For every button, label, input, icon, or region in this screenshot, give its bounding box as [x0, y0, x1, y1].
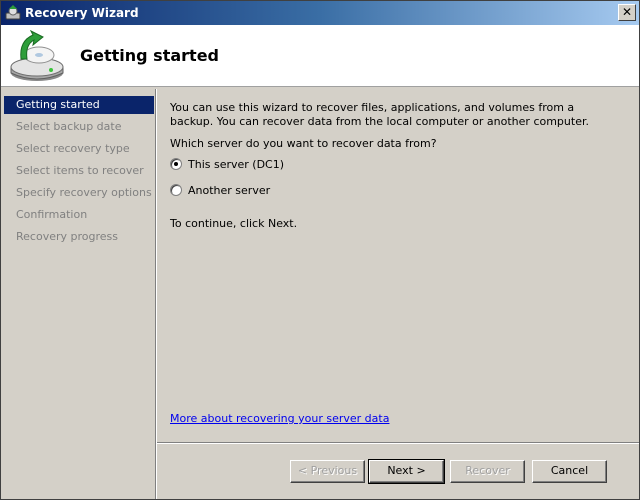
recovery-wizard-window: Recovery Wizard ✕ Getting started Gettin… — [0, 0, 640, 500]
continue-text: To continue, click Next. — [170, 217, 298, 230]
next-button[interactable]: Next > — [368, 459, 445, 484]
radio-another-server[interactable] — [170, 184, 182, 196]
option-another-server-label[interactable]: Another server — [188, 184, 270, 197]
nav-step-select-items: Select items to recover — [16, 164, 144, 177]
window-title: Recovery Wizard — [25, 6, 139, 20]
wizard-steps-nav: Getting started Select backup date Selec… — [4, 90, 154, 497]
option-this-server-label[interactable]: This server (DC1) — [188, 158, 284, 171]
radio-this-server[interactable] — [170, 158, 182, 170]
cancel-button[interactable]: Cancel — [532, 460, 607, 483]
previous-button[interactable]: < Previous — [290, 460, 365, 483]
option-another-server[interactable]: Another server — [170, 183, 270, 199]
nav-step-select-recovery-type: Select recovery type — [16, 142, 130, 155]
nav-step-getting-started[interactable]: Getting started — [4, 96, 154, 114]
disk-recovery-icon — [10, 29, 64, 81]
option-this-server[interactable]: This server (DC1) — [170, 157, 284, 173]
button-divider — [157, 442, 639, 444]
intro-text: You can use this wizard to recover files… — [170, 101, 589, 128]
title-bar[interactable]: Recovery Wizard ✕ — [1, 1, 639, 25]
nav-step-recovery-progress: Recovery progress — [16, 230, 118, 243]
close-button[interactable]: ✕ — [618, 4, 636, 21]
backup-app-icon — [5, 5, 21, 20]
nav-divider — [155, 89, 157, 499]
close-icon: ✕ — [621, 5, 633, 19]
page-title: Getting started — [80, 46, 219, 65]
wizard-header: Getting started — [1, 25, 639, 87]
more-about-recovering-link[interactable]: More about recovering your server data — [170, 412, 389, 425]
recover-button[interactable]: Recover — [450, 460, 525, 483]
nav-step-recovery-options: Specify recovery options — [16, 186, 152, 199]
nav-step-confirmation: Confirmation — [16, 208, 88, 221]
server-question: Which server do you want to recover data… — [170, 137, 437, 150]
nav-step-select-backup-date: Select backup date — [16, 120, 122, 133]
